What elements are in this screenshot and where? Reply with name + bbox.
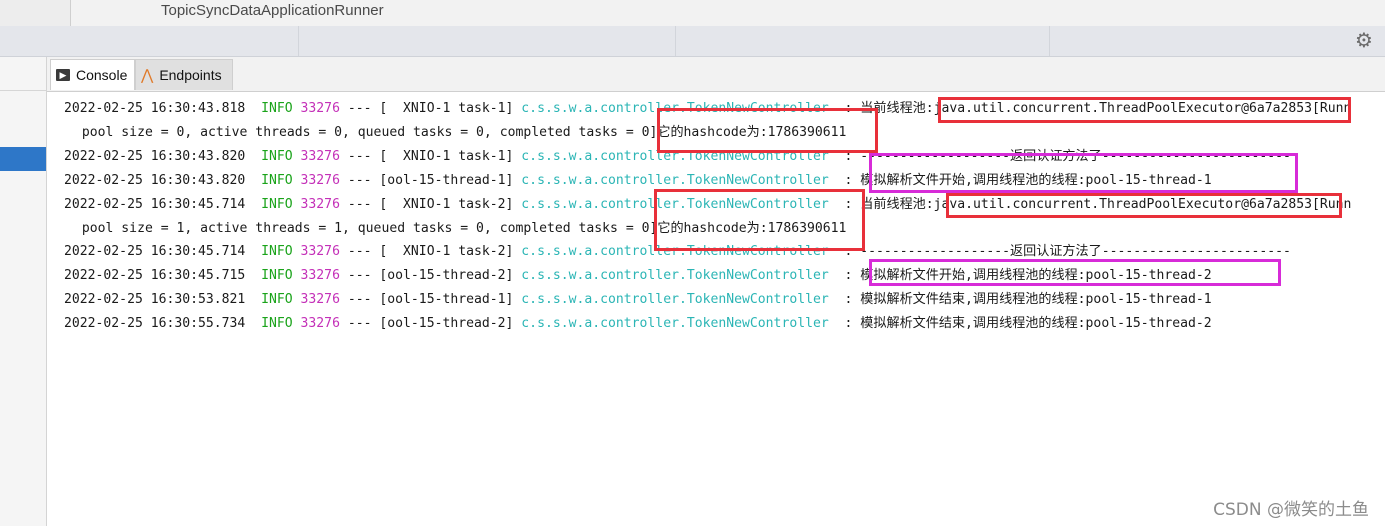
endpoints-icon: ⋀	[141, 67, 154, 84]
log-message: : -------------------返回认证方法了------------…	[828, 244, 1291, 259]
run-toolwindow-header: ⚙	[0, 26, 1385, 57]
watermark: CSDN @微笑的土鱼	[1213, 500, 1369, 520]
log-pid: 33276	[300, 173, 340, 188]
header-divider	[298, 26, 299, 56]
log-thread: [ool-15-thread-2]	[379, 268, 514, 283]
log-logger: c.s.s.w.a.controller.TokenNewController	[521, 316, 829, 331]
annotation-box-thread-2	[869, 259, 1281, 286]
log-thread: [ XNIO-1 task-2]	[379, 244, 514, 259]
log-timestamp: 2022-02-25 16:30:43.820	[64, 149, 246, 164]
log-separator: ---	[347, 292, 372, 307]
log-separator: ---	[347, 268, 372, 283]
log-thread: [ool-15-thread-1]	[379, 173, 514, 188]
annotation-box-threadpool-1	[938, 97, 1351, 123]
tab-endpoints-label: Endpoints	[159, 67, 222, 83]
log-timestamp: 2022-02-25 16:30:45.715	[64, 268, 246, 283]
log-pid: 33276	[300, 244, 340, 259]
console-tabs: ▶ Console ⋀ Endpoints	[47, 57, 1385, 92]
log-thread: [ool-15-thread-2]	[379, 316, 514, 331]
log-separator: ---	[347, 149, 372, 164]
log-separator: ---	[347, 197, 372, 212]
log-pid: 33276	[300, 197, 340, 212]
header-divider	[1049, 26, 1050, 56]
log-pid: 33276	[300, 292, 340, 307]
log-message: : 模拟解析文件结束,调用线程池的线程:pool-15-thread-2	[828, 316, 1212, 331]
log-level: INFO	[261, 268, 293, 283]
log-logger: c.s.s.w.a.controller.TokenNewController	[521, 173, 829, 188]
console-icon: ▶	[56, 69, 70, 81]
tab-endpoints[interactable]: ⋀ Endpoints	[135, 59, 233, 90]
log-level: INFO	[261, 316, 293, 331]
log-timestamp: 2022-02-25 16:30:43.820	[64, 173, 246, 188]
annotation-box-hashcode-1	[657, 108, 878, 153]
log-level: INFO	[261, 244, 293, 259]
log-pid: 33276	[300, 149, 340, 164]
log-timestamp: 2022-02-25 16:30:43.818	[64, 101, 246, 116]
editor-tab-left[interactable]	[0, 0, 71, 26]
log-timestamp: 2022-02-25 16:30:45.714	[64, 197, 246, 212]
header-divider	[675, 26, 676, 56]
log-pid: 33276	[300, 316, 340, 331]
annotation-box-threadpool-2	[946, 193, 1342, 218]
editor-tab-strip: TopicSyncDataApplicationRunner	[0, 0, 1385, 27]
log-level: INFO	[261, 292, 293, 307]
annotation-box-thread-1	[869, 153, 1298, 193]
log-level: INFO	[261, 101, 293, 116]
log-level: INFO	[261, 197, 293, 212]
panel-divider	[0, 90, 46, 91]
log-pid: 33276	[300, 101, 340, 116]
log-logger: c.s.s.w.a.controller.TokenNewController	[521, 292, 829, 307]
log-level: INFO	[261, 149, 293, 164]
log-thread: [ XNIO-1 task-1]	[379, 149, 514, 164]
annotation-box-hashcode-2	[654, 189, 865, 251]
log-separator: ---	[347, 316, 372, 331]
log-line: 2022-02-25 16:30:55.734 INFO 33276 --- […	[64, 314, 1212, 334]
log-separator: ---	[347, 173, 372, 188]
gear-icon[interactable]: ⚙	[1353, 29, 1375, 51]
log-timestamp: 2022-02-25 16:30:45.714	[64, 244, 246, 259]
log-separator: ---	[347, 244, 372, 259]
log-message: : 模拟解析文件结束,调用线程池的线程:pool-15-thread-1	[828, 292, 1212, 307]
log-logger: c.s.s.w.a.controller.TokenNewController	[521, 268, 829, 283]
log-separator: ---	[347, 101, 372, 116]
log-thread: [ XNIO-1 task-2]	[379, 197, 514, 212]
log-line: 2022-02-25 16:30:53.821 INFO 33276 --- […	[64, 290, 1212, 310]
log-thread: [ool-15-thread-1]	[379, 292, 514, 307]
run-tree-panel	[0, 57, 47, 526]
log-timestamp: 2022-02-25 16:30:55.734	[64, 316, 246, 331]
log-level: INFO	[261, 173, 293, 188]
tab-console[interactable]: ▶ Console	[50, 59, 135, 90]
log-pid: 33276	[300, 268, 340, 283]
tab-console-label: Console	[76, 67, 128, 83]
selected-run-item[interactable]	[0, 147, 46, 171]
log-thread: [ XNIO-1 task-1]	[379, 101, 514, 116]
log-timestamp: 2022-02-25 16:30:53.821	[64, 292, 246, 307]
run-config-label[interactable]: TopicSyncDataApplicationRunner	[161, 2, 384, 19]
